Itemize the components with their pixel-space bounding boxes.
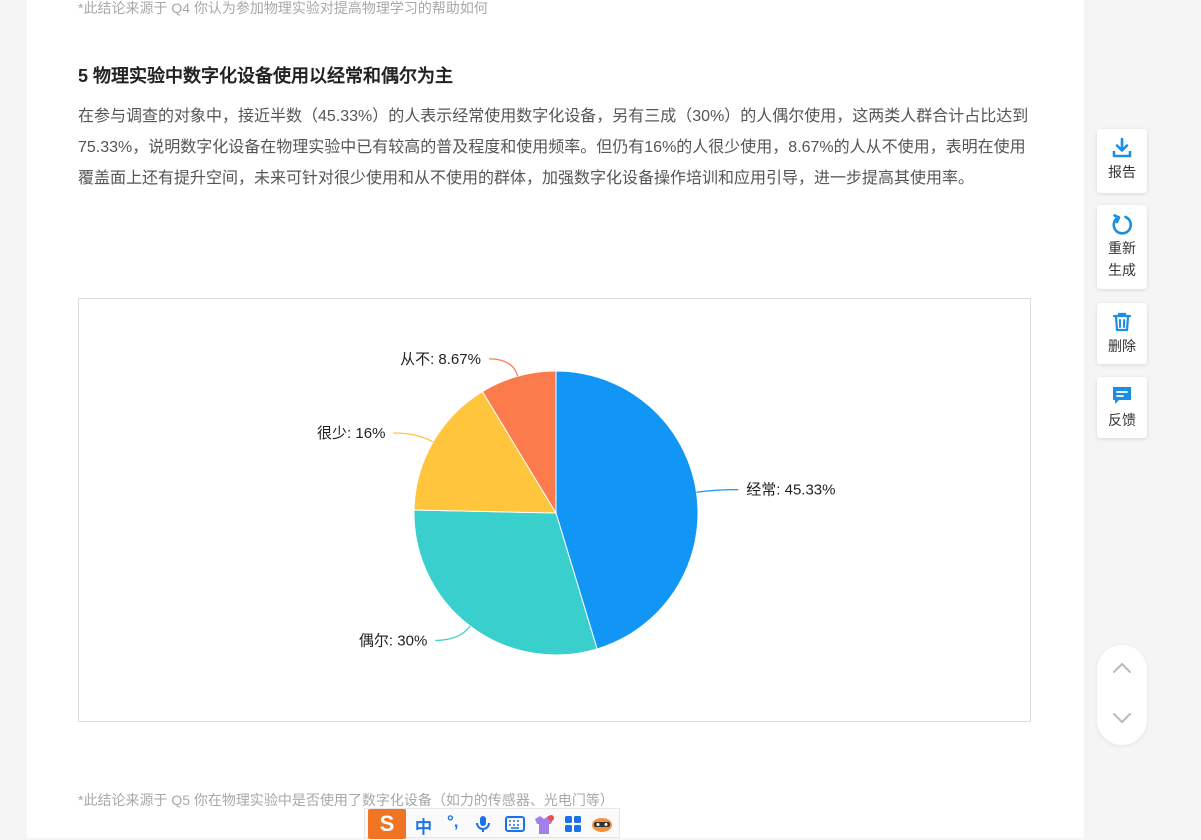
- pie-label-line: [488, 358, 519, 377]
- source-note-bottom: *此结论来源于 Q5 你在物理实验中是否使用了数字化设备（如力的传感器、光电门等…: [78, 792, 614, 808]
- chat-bubble-icon: [1097, 385, 1147, 409]
- article-panel: *此结论来源于 Q4 你认为参加物理实验对提高物理学习的帮助如何 5 物理实验中…: [27, 0, 1084, 838]
- regenerate-label: 重新 生成: [1108, 240, 1136, 278]
- microphone-icon[interactable]: [475, 815, 491, 838]
- toolbox-grid-icon[interactable]: [564, 815, 582, 838]
- pie-label-line: [393, 432, 434, 443]
- delete-label: 删除: [1108, 338, 1136, 354]
- section-title: 5 物理实验中数字化设备使用以经常和偶尔为主: [78, 66, 454, 86]
- pie-chart-svg: 经常: 45.33% 偶尔: 30% 很少: 16% 从不: 8.67%: [317, 351, 835, 656]
- download-icon: [1097, 137, 1147, 161]
- mascot-icon[interactable]: [591, 815, 613, 838]
- feedback-label: 反馈: [1108, 412, 1136, 428]
- ime-mode-toggle[interactable]: 中: [415, 813, 432, 838]
- pie-slice-label: 很少: 16%: [317, 425, 385, 442]
- scroll-down-button[interactable]: [1110, 705, 1134, 734]
- ime-punctuation-toggle[interactable]: °,: [447, 812, 459, 832]
- pie-slice-label: 经常: 45.33%: [746, 482, 835, 499]
- pie-slice-label: 偶尔: 30%: [359, 632, 427, 649]
- report-button[interactable]: 报告: [1097, 129, 1147, 193]
- feedback-button[interactable]: 反馈: [1097, 377, 1147, 438]
- chevron-up-icon: [1112, 662, 1132, 674]
- delete-button[interactable]: 删除: [1097, 303, 1147, 364]
- section-paragraph: 在参与调查的对象中，接近半数（45.33%）的人表示经常使用数字化设备，另有三成…: [78, 108, 1029, 187]
- report-label: 报告: [1108, 164, 1136, 180]
- refresh-icon: [1097, 213, 1147, 237]
- pie-chart: 经常: 45.33% 偶尔: 30% 很少: 16% 从不: 8.67%: [78, 298, 1031, 722]
- scroll-up-button[interactable]: [1110, 657, 1134, 686]
- scroll-nav: [1097, 645, 1147, 745]
- ime-logo[interactable]: S: [368, 809, 406, 839]
- pie-label-line: [435, 625, 471, 642]
- keyboard-icon[interactable]: [505, 815, 525, 838]
- ime-toolbar: S 中 °,: [364, 808, 620, 840]
- trash-icon: [1097, 311, 1147, 335]
- source-note-top: *此结论来源于 Q4 你认为参加物理实验对提高物理学习的帮助如何: [78, 0, 488, 16]
- pie-label-line: [696, 489, 739, 493]
- regenerate-button[interactable]: 重新 生成: [1097, 205, 1147, 289]
- chevron-down-icon: [1112, 712, 1132, 724]
- skin-shirt-icon[interactable]: [533, 815, 555, 840]
- pie-slice-label: 从不: 8.67%: [400, 351, 481, 368]
